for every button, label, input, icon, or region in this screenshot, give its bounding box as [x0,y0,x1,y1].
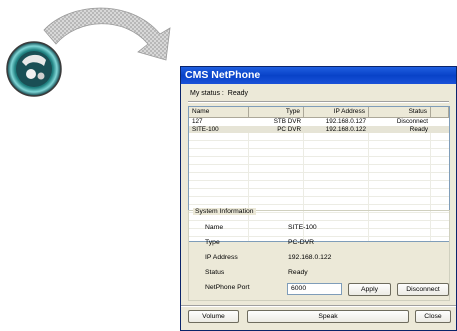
window-title[interactable]: CMS NetPhone [181,67,456,84]
close-button[interactable]: Close [415,310,451,323]
row-ip: 192.168.0.122 [325,125,366,133]
netphone-dial-icon [6,41,62,97]
column-header-type[interactable]: Type [249,107,304,118]
bottom-divider [181,305,456,307]
my-status: My status : Ready [190,90,248,97]
list-row-selected[interactable]: SITE-100 PC DVR 192.168.0.122 Ready [189,125,449,133]
info-name-label: Name [205,224,224,231]
row-ip: 192.168.0.127 [325,118,366,125]
column-header-ip[interactable]: IP Address [304,107,369,118]
row-type: STB DVR [273,118,301,125]
info-type-label: Type [205,239,220,246]
row-status: Disconnect [396,118,428,125]
apply-button[interactable]: Apply [348,283,391,296]
netphone-port-input[interactable]: 6000 [287,283,342,295]
disconnect-button[interactable]: Disconnect [397,283,449,296]
list-header: Name Type IP Address Status [189,107,449,118]
info-ip-label: IP Address [205,254,238,261]
info-type-value: PC-DVR [288,239,315,246]
speak-button[interactable]: Speak [247,310,409,323]
list-row[interactable]: 127 STB DVR 192.168.0.127 Disconnect [189,118,449,126]
row-name: SITE-100 [192,125,219,133]
info-name-value: SITE-100 [288,224,317,231]
info-status-value: Ready [288,269,308,276]
info-status-label: Status [205,269,225,276]
status-divider [188,101,449,103]
curved-arrow-icon [43,7,171,61]
my-status-label: My status : [190,90,224,97]
row-status: Ready [409,125,428,133]
netphone-window: CMS NetPhone My status : Ready Name Type… [180,66,457,331]
volume-button[interactable]: Volume [188,310,239,323]
row-name: 127 [192,118,203,125]
illustration [6,7,171,97]
netphone-port-label: NetPhone Port [205,284,250,291]
row-type: PC DVR [277,125,301,133]
column-header-filler [431,107,449,118]
system-info-legend: System Information [193,208,256,215]
info-ip-value: 192.168.0.122 [288,254,332,261]
my-status-value: Ready [227,90,249,97]
column-header-status[interactable]: Status [369,107,431,118]
column-header-name[interactable]: Name [189,107,249,118]
